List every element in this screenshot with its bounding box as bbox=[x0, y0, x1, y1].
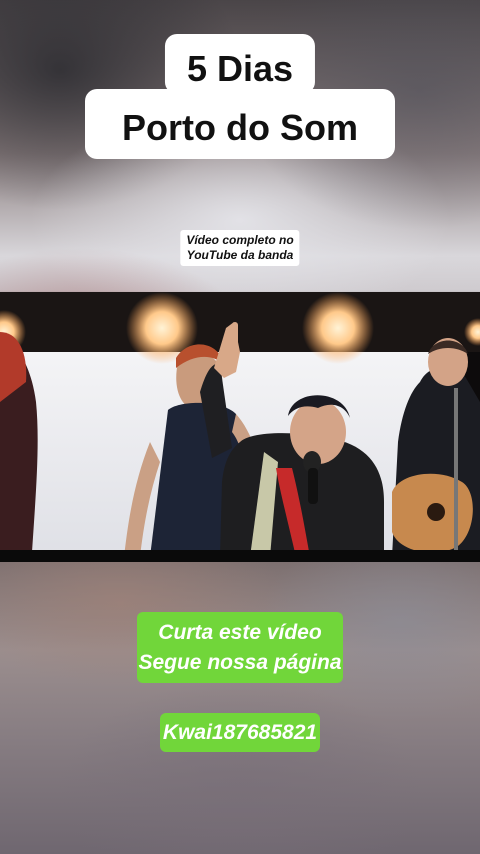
caption-youtube: Vídeo completo no YouTube da banda bbox=[180, 230, 300, 266]
blurred-background bbox=[0, 562, 480, 854]
like-text: Curta este vídeo bbox=[158, 621, 322, 644]
title-line-1: 5 Dias bbox=[164, 34, 316, 94]
video-frame[interactable] bbox=[0, 292, 480, 562]
caption-line-2: YouTube da banda bbox=[186, 248, 294, 262]
caption-line-1: Vídeo completo no bbox=[186, 233, 294, 247]
microphone bbox=[308, 468, 318, 504]
concert-scene bbox=[0, 292, 480, 562]
kwai-id-badge: Kwai187685821 bbox=[160, 713, 320, 752]
follow-text: Segue nossa página bbox=[138, 651, 342, 674]
like-follow-banner: Curta este vídeo Segue nossa página bbox=[137, 612, 343, 683]
screen: 5 Dias Porto do Som Vídeo completo no Yo… bbox=[0, 0, 480, 854]
title-line-2: Porto do Som bbox=[85, 89, 395, 159]
stage-light bbox=[302, 292, 374, 364]
